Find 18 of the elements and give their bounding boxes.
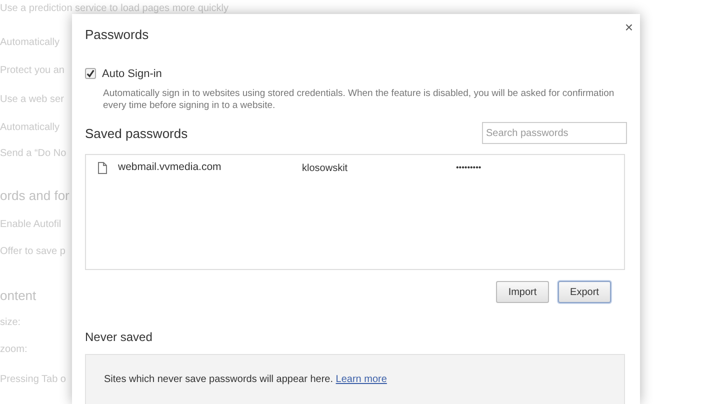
learn-more-link[interactable]: Learn more	[336, 374, 387, 385]
button[interactable]: Export	[558, 281, 611, 303]
background-heading: ontent	[0, 287, 36, 305]
background-heading: ords and for	[0, 187, 70, 205]
empty-message: Sites which never save passwords will appear here. Learn more	[104, 373, 388, 387]
username-cell-text: klosowskit	[302, 162, 349, 176]
description-text: Automatically sign in to websites using stored credentials. When the feature is disabled, you will be asked for confirmation every time before signing in to a website.	[103, 88, 616, 112]
site-cell-text: webmail.vvmedia.com	[118, 160, 222, 176]
password-cell: •••••••••	[456, 162, 482, 174]
close-button[interactable]: ×	[624, 20, 633, 34]
checkbox-label: Auto Sign-in	[102, 66, 162, 82]
search-field[interactable]: Search passwords	[482, 122, 627, 144]
checkbox[interactable]	[85, 68, 96, 80]
document-icon	[98, 162, 107, 174]
section-heading: Never saved	[85, 329, 154, 346]
dialog-title: Passwords	[85, 26, 149, 44]
section-heading: Saved passwords	[85, 124, 188, 143]
button[interactable]: Import	[496, 281, 549, 303]
